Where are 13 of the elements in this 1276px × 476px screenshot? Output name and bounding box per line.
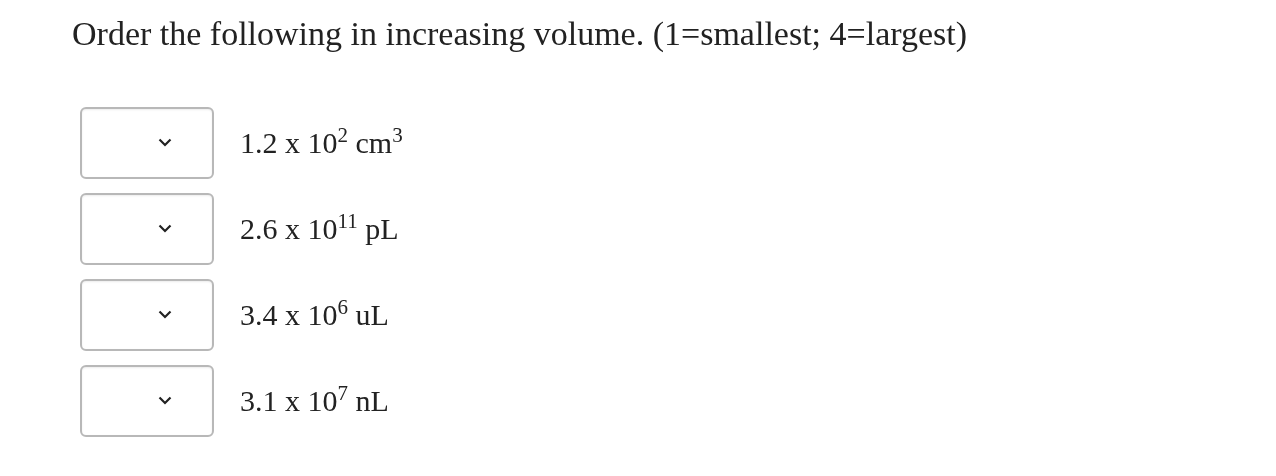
order-dropdown[interactable] xyxy=(80,192,214,265)
volume-label: 2.6 x 10$^{11}$ pL xyxy=(240,213,399,244)
question-text: Order the following in increasing volume. (1=smallest; 4=largest) xyxy=(72,14,969,54)
order-dropdown[interactable] xyxy=(80,106,214,179)
volume-label: 1.2 x 10$^{2}$ cm$^{3}$ xyxy=(240,127,403,158)
chevron-down-icon xyxy=(158,310,172,320)
order-dropdown[interactable] xyxy=(80,278,214,351)
volume-label: 3.1 x 10$^{7}$ nL xyxy=(240,385,389,416)
chevron-down-icon xyxy=(158,224,172,234)
chevron-down-icon xyxy=(158,396,172,406)
volume-label: 3.4 x 10$^{6}$ uL xyxy=(240,299,389,330)
chevron-down-icon xyxy=(158,138,172,148)
order-dropdown[interactable] xyxy=(80,364,214,437)
